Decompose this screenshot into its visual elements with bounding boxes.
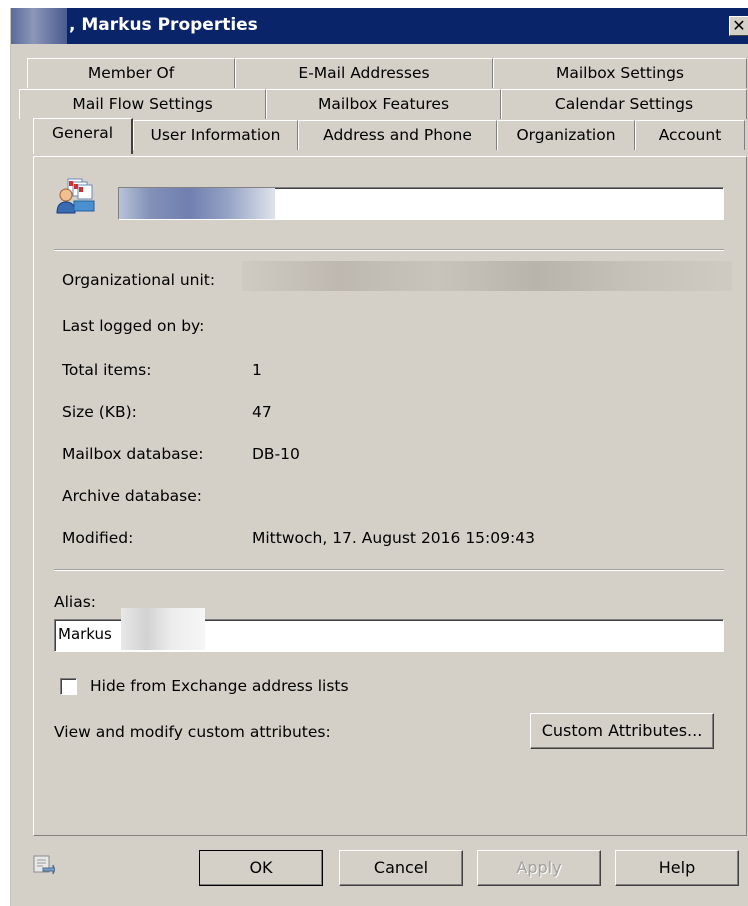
tab-mailbox-settings[interactable]: Mailbox Settings: [493, 58, 747, 88]
total-items-value: 1: [252, 361, 262, 379]
tab-email-addresses[interactable]: E-Mail Addresses: [235, 58, 493, 88]
last-logged-label: Last logged on by:: [62, 317, 205, 335]
hide-from-address-lists-label: Hide from Exchange address lists: [90, 677, 349, 695]
tab-user-information[interactable]: User Information: [133, 120, 298, 150]
title-bar[interactable]: , Markus Properties ✕: [11, 8, 748, 44]
title-redacted-name: [11, 8, 67, 44]
user-mailbox-icon: [54, 177, 98, 217]
display-name-redaction: [119, 188, 275, 219]
mailbox-database-label: Mailbox database:: [62, 445, 204, 463]
tab-address-and-phone[interactable]: Address and Phone: [298, 120, 497, 150]
total-items-label: Total items:: [62, 361, 152, 379]
org-unit-value-redacted: [242, 261, 732, 291]
mailbox-database-value: DB-10: [252, 445, 300, 463]
close-icon: ✕: [732, 16, 746, 35]
close-button[interactable]: ✕: [729, 16, 748, 36]
display-name-field[interactable]: [118, 187, 724, 220]
org-unit-label: Organizational unit:: [62, 271, 216, 289]
modified-value: Mittwoch, 17. August 2016 15:09:43: [252, 529, 535, 547]
window-title: , Markus Properties: [69, 15, 258, 35]
general-tab-panel: Organizational unit: Last logged on by: …: [33, 156, 747, 836]
properties-window: , Markus Properties ✕ Member Of E-Mail A…: [10, 8, 748, 906]
tab-member-of[interactable]: Member Of: [27, 58, 235, 88]
separator-top: [54, 249, 724, 251]
help-button[interactable]: Help: [615, 850, 739, 886]
modified-label: Modified:: [62, 529, 134, 547]
hide-from-address-lists-checkbox[interactable]: [60, 678, 77, 695]
tab-organization[interactable]: Organization: [497, 120, 635, 150]
tab-account[interactable]: Account: [635, 120, 745, 150]
ok-button[interactable]: OK: [199, 850, 323, 886]
export-script-icon[interactable]: [33, 854, 56, 876]
tab-mail-flow-settings[interactable]: Mail Flow Settings: [19, 89, 266, 119]
tab-general[interactable]: General: [33, 118, 133, 154]
separator-middle: [54, 569, 724, 571]
alias-label: Alias:: [54, 593, 97, 611]
tab-calendar-settings[interactable]: Calendar Settings: [501, 89, 747, 119]
custom-attributes-button[interactable]: Custom Attributes...: [530, 713, 714, 749]
archive-database-label: Archive database:: [62, 487, 203, 505]
alias-field[interactable]: Markus: [54, 608, 724, 652]
alias-redaction: [121, 608, 205, 650]
cancel-button[interactable]: Cancel: [339, 850, 463, 886]
tab-mailbox-features[interactable]: Mailbox Features: [266, 89, 501, 119]
custom-attributes-label: View and modify custom attributes:: [54, 723, 331, 741]
size-kb-label: Size (KB):: [62, 403, 137, 421]
size-kb-value: 47: [252, 403, 272, 421]
apply-button[interactable]: Apply: [477, 850, 601, 886]
